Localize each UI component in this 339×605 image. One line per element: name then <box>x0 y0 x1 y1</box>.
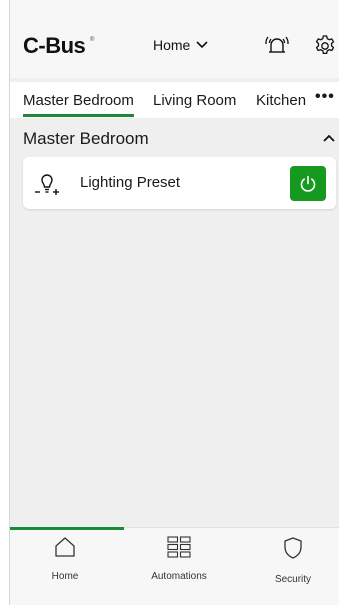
power-icon <box>300 175 316 192</box>
lighting-preset-card[interactable]: Lighting Preset <box>23 157 336 209</box>
section-title: Master Bedroom <box>23 129 149 148</box>
bottom-navigation: Home Automations Security <box>10 527 339 605</box>
more-tabs-button[interactable]: ••• <box>315 88 335 106</box>
home-icon <box>55 537 75 557</box>
active-tab-indicator <box>23 114 134 117</box>
home-selector-label: Home <box>153 37 191 53</box>
app-logo: C-Bus <box>23 33 86 58</box>
app-header: C-Bus ® Home <box>10 0 339 78</box>
alarm-bell-icon[interactable] <box>264 32 290 58</box>
card-label: Lighting Preset <box>80 174 181 191</box>
gear-icon[interactable] <box>313 34 337 58</box>
tab-kitchen[interactable]: Kitchen <box>256 92 306 109</box>
nav-automations[interactable]: Automations <box>124 528 234 605</box>
shield-icon <box>284 537 302 559</box>
tab-master-bedroom[interactable]: Master Bedroom <box>23 92 134 109</box>
logo-registered-mark: ® <box>90 37 95 43</box>
nav-security[interactable]: Security <box>238 528 339 605</box>
grid-icon <box>167 536 191 558</box>
room-tabs: Master Bedroom Living Room Kitchen ••• <box>10 82 339 118</box>
nav-home-label: Home <box>51 571 79 582</box>
lightbulb-icon <box>35 174 59 195</box>
chevron-down-icon <box>196 41 208 49</box>
nav-home[interactable]: Home <box>10 528 120 605</box>
app-frame: C-Bus ® Home Master Bedroom Living Room … <box>9 0 339 605</box>
power-toggle-button[interactable] <box>290 166 326 201</box>
nav-automations-label: Automations <box>151 571 207 582</box>
nav-security-label: Security <box>274 574 312 585</box>
home-selector[interactable]: Home <box>153 37 208 53</box>
chevron-up-icon[interactable] <box>322 133 336 143</box>
tab-living-room[interactable]: Living Room <box>153 92 236 109</box>
